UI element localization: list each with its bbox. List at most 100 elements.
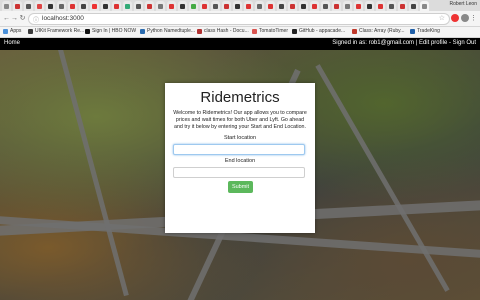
tab-favicon-icon [213, 3, 218, 9]
address-bar[interactable]: ⓘ localhost:3000 ☆ [28, 13, 450, 25]
browser-tab[interactable] [134, 1, 143, 11]
tab-favicon-icon [125, 3, 130, 9]
tab-favicon-icon [92, 3, 97, 9]
browser-tab[interactable] [343, 1, 352, 11]
browser-tab[interactable] [200, 1, 209, 11]
edit-profile-link[interactable]: Edit profile [419, 40, 447, 46]
bookmark-item[interactable]: Python Namedtuple... [140, 28, 195, 34]
browser-tab[interactable] [189, 1, 198, 11]
tab-favicon-icon [389, 3, 394, 9]
start-location-input[interactable] [173, 144, 305, 155]
tab-favicon-icon [246, 3, 251, 9]
bookmark-star-icon[interactable]: ☆ [439, 14, 445, 22]
browser-tab[interactable] [46, 1, 55, 11]
browser-tab[interactable] [321, 1, 330, 11]
tab-favicon-icon [356, 3, 361, 9]
bookmark-label: Apps [10, 28, 22, 34]
reload-icon[interactable]: ↻ [18, 14, 27, 23]
home-link[interactable]: Home [4, 40, 20, 46]
browser-tab[interactable] [101, 1, 110, 11]
browser-tab[interactable] [145, 1, 154, 11]
browser-tab[interactable] [376, 1, 385, 11]
browser-tab[interactable] [244, 1, 253, 11]
browser-tab[interactable] [79, 1, 88, 11]
bookmark-favicon-icon [197, 28, 202, 34]
bookmark-favicon-icon [140, 28, 145, 34]
tomato-icon [252, 28, 257, 34]
browser-tab[interactable] [167, 1, 176, 11]
browser-tab[interactable] [57, 1, 66, 11]
browser-tab[interactable] [123, 1, 132, 11]
tab-favicon-icon [422, 3, 427, 9]
bookmark-label: class Hash - Docu... [204, 28, 249, 34]
tab-favicon-icon [323, 3, 328, 9]
browser-tab[interactable] [387, 1, 396, 11]
browser-tab[interactable] [255, 1, 264, 11]
tab-favicon-icon [334, 3, 339, 9]
bookmark-item[interactable]: UIKit Framework Re... [28, 28, 84, 34]
extension-icon[interactable] [461, 14, 469, 22]
tab-favicon-icon [169, 3, 174, 9]
tab-favicon-icon [158, 3, 163, 9]
bookmark-item[interactable]: TradeKing [410, 28, 440, 34]
top-navbar: Home Signed in as: rob1@gmail.com | Edit… [0, 38, 480, 50]
apps-grid-icon [3, 28, 8, 34]
browser-tab[interactable] [332, 1, 341, 11]
tab-favicon-icon [367, 3, 372, 9]
browser-tab[interactable] [277, 1, 286, 11]
bookmark-label: Python Namedtuple... [147, 28, 196, 34]
bookmark-item[interactable]: Class: Array (Ruby... [352, 28, 404, 34]
tab-favicon-icon [279, 3, 284, 9]
submit-button[interactable]: Submit [228, 181, 253, 193]
browser-tab[interactable] [409, 1, 418, 11]
browser-tab[interactable] [310, 1, 319, 11]
bookmark-item[interactable]: class Hash - Docu... [197, 28, 249, 34]
bookmark-item[interactable]: Sign In | HBO NOW [85, 28, 136, 34]
info-icon[interactable]: ⓘ [33, 15, 39, 24]
browser-tab-active[interactable] [420, 1, 429, 11]
browser-tab[interactable] [299, 1, 308, 11]
browser-tab[interactable] [24, 1, 33, 11]
bookmark-label: Sign In | HBO NOW [92, 28, 137, 34]
tab-favicon-icon [15, 3, 20, 9]
bookmark-label: Class: Array (Ruby... [359, 28, 405, 34]
browser-tab[interactable] [288, 1, 297, 11]
bookmark-item[interactable]: TomatoTimer [252, 28, 288, 34]
browser-tab[interactable] [222, 1, 231, 11]
github-icon [292, 28, 297, 34]
tab-favicon-icon [301, 3, 306, 9]
browser-tab[interactable] [2, 1, 11, 11]
end-location-input[interactable] [173, 167, 305, 178]
address-url: localhost:3000 [42, 15, 84, 22]
bookmark-apps[interactable]: Apps [3, 28, 21, 34]
tab-favicon-icon [191, 3, 196, 9]
browser-tab[interactable] [233, 1, 242, 11]
browser-tab[interactable] [156, 1, 165, 11]
browser-tab[interactable] [112, 1, 121, 11]
tab-favicon-icon [48, 3, 53, 9]
bookmark-favicon-icon [28, 28, 33, 34]
browser-tab[interactable] [398, 1, 407, 11]
bookmark-item[interactable]: GitHub - appacade... [292, 28, 345, 34]
tab-favicon-icon [114, 3, 119, 9]
browser-tab[interactable] [178, 1, 187, 11]
browser-tab[interactable] [211, 1, 220, 11]
browser-tab[interactable] [365, 1, 374, 11]
tab-favicon-icon [147, 3, 152, 9]
page-title: Ridemetrics [200, 89, 280, 106]
browser-profile-name[interactable]: Robert Leon [449, 1, 477, 7]
extension-icon[interactable] [451, 14, 459, 22]
tab-favicon-icon [70, 3, 75, 9]
ruby-icon [352, 28, 357, 34]
browser-tab[interactable] [90, 1, 99, 11]
browser-tab[interactable] [354, 1, 363, 11]
browser-tab[interactable] [35, 1, 44, 11]
browser-menu-icon[interactable]: ⋮ [470, 14, 477, 22]
tab-favicon-icon [81, 3, 86, 9]
browser-tab[interactable] [13, 1, 22, 11]
tab-favicon-icon [268, 3, 273, 9]
sign-out-link[interactable]: Sign Out [453, 40, 476, 46]
browser-tab[interactable] [266, 1, 275, 11]
tab-favicon-icon [224, 3, 229, 9]
browser-tab[interactable] [68, 1, 77, 11]
